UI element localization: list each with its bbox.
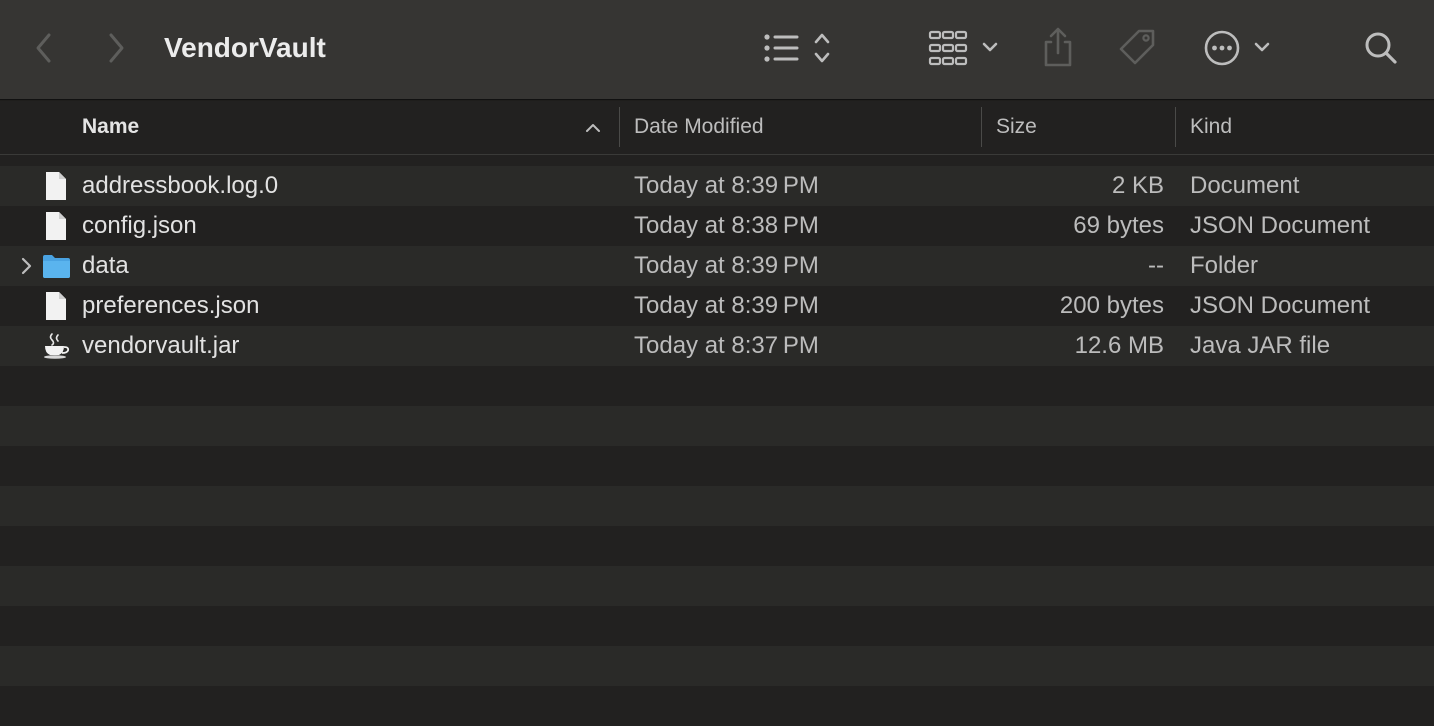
file-size: 2 KB bbox=[1111, 172, 1164, 199]
file-size: 12.6 MB bbox=[1074, 332, 1164, 359]
file-name: addressbook.log.0 bbox=[82, 172, 279, 199]
ellipsis-circle-icon bbox=[1204, 30, 1270, 66]
list-row-stripe bbox=[0, 406, 1434, 446]
file-row[interactable]: preferences.json Today at 8:39 PM 200 by… bbox=[0, 286, 1434, 326]
column-size[interactable]: Size bbox=[996, 101, 1037, 154]
file-date-modified: Today at 8:37 PM bbox=[634, 332, 819, 359]
file-date-modified: Today at 8:39 PM bbox=[634, 292, 819, 319]
file-name: preferences.json bbox=[82, 292, 260, 319]
view-options-button[interactable] bbox=[760, 28, 840, 68]
column-kind[interactable]: Kind bbox=[1190, 101, 1232, 154]
file-name: vendorvault.jar bbox=[82, 332, 240, 359]
list-background bbox=[0, 155, 1434, 166]
document-icon bbox=[46, 212, 66, 240]
search-button[interactable] bbox=[1362, 28, 1400, 68]
file-size: 69 bytes bbox=[1073, 212, 1164, 239]
chevron-up-icon bbox=[586, 124, 600, 132]
column-divider[interactable] bbox=[981, 107, 982, 147]
file-name: data bbox=[82, 252, 129, 279]
group-by-button[interactable] bbox=[926, 28, 1002, 68]
more-actions-button[interactable] bbox=[1202, 26, 1276, 70]
file-kind: Folder bbox=[1190, 252, 1259, 279]
list-row-stripe bbox=[0, 646, 1434, 686]
tag-button[interactable] bbox=[1116, 26, 1158, 70]
column-divider[interactable] bbox=[619, 107, 620, 147]
list-view-icon bbox=[764, 33, 830, 63]
list-row-stripe bbox=[0, 526, 1434, 566]
file-kind: Document bbox=[1190, 172, 1300, 199]
column-name[interactable]: Name bbox=[82, 101, 139, 154]
list-row-stripe bbox=[0, 486, 1434, 526]
list-row-stripe bbox=[0, 566, 1434, 606]
file-kind: Java JAR file bbox=[1190, 332, 1331, 359]
column-date-modified[interactable]: Date Modified bbox=[634, 101, 764, 154]
list-row-stripe bbox=[0, 446, 1434, 486]
share-button[interactable] bbox=[1040, 26, 1076, 70]
document-icon bbox=[46, 172, 66, 200]
grid-group-icon bbox=[928, 30, 998, 66]
document-icon bbox=[46, 292, 66, 320]
file-kind: JSON Document bbox=[1190, 212, 1371, 239]
file-row[interactable]: vendorvault.jar Today at 8:37 PM 12.6 MB… bbox=[0, 326, 1434, 366]
file-size: -- bbox=[1148, 252, 1164, 279]
disclosure-chevron-right-icon[interactable] bbox=[18, 255, 34, 277]
chevron-left-icon bbox=[36, 33, 51, 63]
file-row[interactable]: data Today at 8:39 PM -- Folder bbox=[0, 246, 1434, 286]
sort-ascending-indicator[interactable] bbox=[584, 117, 602, 137]
column-header: Name Date Modified Size Kind bbox=[0, 101, 1434, 155]
finder-window: VendorVault Name Date Modified Size Kind… bbox=[0, 0, 1434, 726]
toolbar: VendorVault bbox=[0, 0, 1434, 100]
column-divider[interactable] bbox=[1175, 107, 1176, 147]
list-row-stripe bbox=[0, 686, 1434, 726]
file-date-modified: Today at 8:39 PM bbox=[634, 252, 819, 279]
back-button[interactable] bbox=[30, 28, 58, 68]
search-icon bbox=[1365, 32, 1397, 64]
file-date-modified: Today at 8:38 PM bbox=[634, 212, 819, 239]
share-icon bbox=[1044, 27, 1072, 67]
forward-button[interactable] bbox=[102, 28, 130, 68]
java-coffee-icon bbox=[44, 333, 70, 359]
list-row-stripe bbox=[0, 606, 1434, 646]
file-date-modified: Today at 8:39 PM bbox=[634, 172, 819, 199]
file-size: 200 bytes bbox=[1059, 292, 1164, 319]
file-row[interactable]: addressbook.log.0 Today at 8:39 PM 2 KB … bbox=[0, 166, 1434, 206]
file-row[interactable]: config.json Today at 8:38 PM 69 bytes JS… bbox=[0, 206, 1434, 246]
chevron-right-icon bbox=[109, 33, 124, 63]
tag-icon bbox=[1119, 29, 1155, 65]
window-title: VendorVault bbox=[164, 32, 326, 63]
folder-icon bbox=[43, 255, 70, 278]
list-row-stripe bbox=[0, 366, 1434, 406]
file-name: config.json bbox=[82, 212, 197, 239]
file-kind: JSON Document bbox=[1190, 292, 1371, 319]
